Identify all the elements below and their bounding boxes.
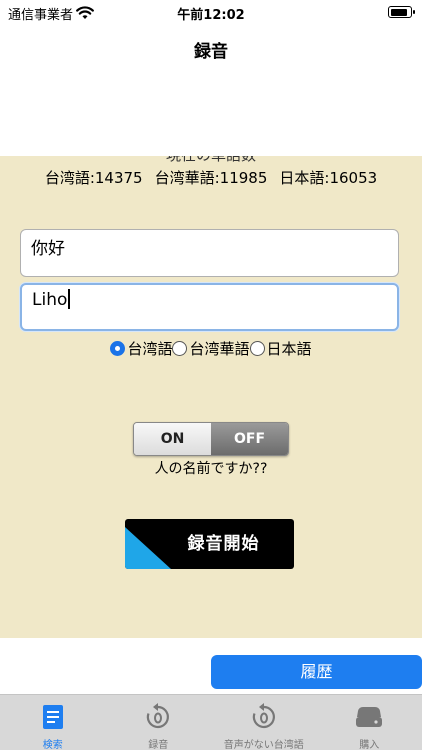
toggle-off-segment[interactable]: OFF: [211, 423, 288, 455]
tab-label: 音声がない台湾語: [223, 740, 304, 750]
toggle-on-segment[interactable]: ON: [134, 423, 211, 455]
tab-record[interactable]: 録音: [106, 695, 212, 750]
radio-button-icon: [249, 341, 265, 356]
radio-button-icon: [172, 341, 188, 356]
radio-button-icon: [110, 341, 126, 356]
status-time: 午前12:02: [177, 8, 245, 23]
tab-bar: 検索 録音 音声がない台湾語 購入: [0, 694, 422, 750]
tab-label: 録音: [148, 740, 169, 750]
radio-label: 台湾華語: [189, 340, 250, 358]
status-bar: 通信事業者 午前12:02: [0, 0, 422, 26]
tab-purchase[interactable]: 購入: [317, 695, 422, 750]
start-recording-button[interactable]: 録音開始: [125, 519, 294, 569]
word-input[interactable]: 你好: [20, 229, 399, 277]
tab-search[interactable]: 検索: [0, 695, 106, 750]
document-icon: [41, 703, 65, 735]
replay-zero-icon: [250, 703, 278, 735]
person-name-toggle[interactable]: ON OFF: [133, 422, 289, 456]
count-taiwanese: 台湾語:14375: [44, 169, 143, 187]
word-count-header: 現在の単語数: [0, 156, 422, 165]
start-recording-label: 録音開始: [187, 534, 260, 554]
reading-input[interactable]: Liho: [20, 283, 399, 331]
radio-taiwan-mandarin[interactable]: 台湾華語: [172, 338, 250, 359]
count-japanese: 日本語:16053: [279, 169, 378, 187]
person-name-question: 人の名前ですか??: [154, 461, 268, 477]
battery-fill: [390, 8, 407, 16]
storage-drive-icon: [354, 703, 384, 735]
radio-label: 台湾語: [127, 340, 173, 358]
page-title: 録音: [194, 42, 228, 62]
radio-taiwanese[interactable]: 台湾語: [110, 338, 172, 359]
history-button[interactable]: 履歴: [211, 655, 422, 689]
word-input-value: 你好: [31, 239, 65, 259]
count-taiwan-mandarin: 台湾華語:11985: [154, 169, 268, 187]
radio-label: 日本語: [266, 340, 312, 358]
replay-zero-icon: [144, 703, 172, 735]
word-counts: 台湾語:14375 台湾華語:11985 日本語:16053: [0, 167, 422, 188]
tab-label: 検索: [42, 740, 63, 750]
main-panel: 現在の単語数 台湾語:14375 台湾華語:11985 日本語:16053 你好 L…: [0, 156, 422, 638]
battery-icon: [388, 6, 415, 18]
radio-japanese[interactable]: 日本語: [249, 338, 312, 359]
reading-input-value: Liho: [32, 290, 68, 310]
tab-label: 購入: [359, 740, 380, 750]
text-cursor: [68, 289, 71, 309]
tab-no-audio-taiwanese[interactable]: 音声がない台湾語: [211, 695, 317, 750]
language-selector: 台湾語 台湾華語 日本語: [0, 338, 422, 360]
